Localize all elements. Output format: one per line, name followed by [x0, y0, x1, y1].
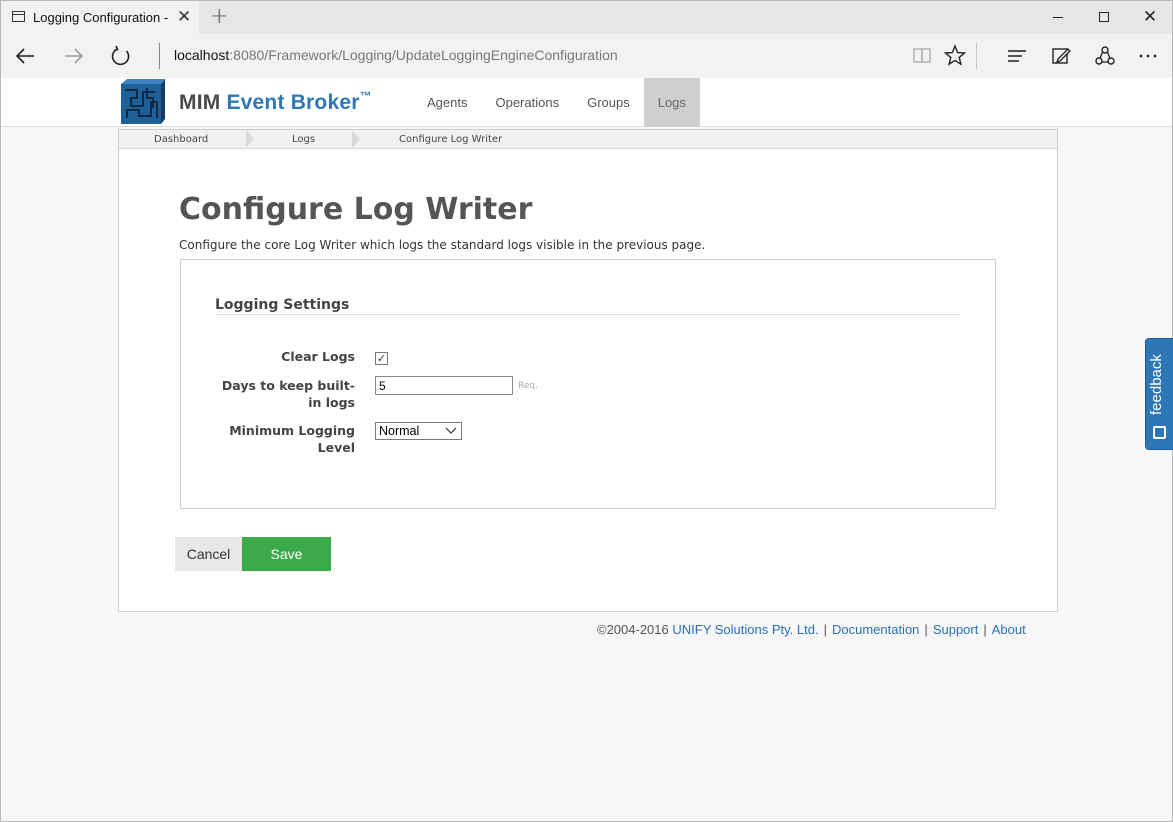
level-label-line1: Minimum Logging: [229, 423, 355, 438]
nav-groups[interactable]: Groups: [573, 78, 644, 127]
breadcrumb-separator: [246, 130, 254, 148]
reading-view-icon[interactable]: [909, 42, 937, 70]
page-title: Configure Log Writer: [179, 192, 533, 227]
logo-mim: MIM: [179, 91, 221, 114]
days-to-keep-input[interactable]: [375, 376, 513, 395]
footer: ©2004-2016 UNIFY Solutions Pty. Ltd. | Doc…: [597, 622, 1026, 637]
site-header: MIM Event Broker™ Agents Operations Grou…: [1, 78, 1172, 127]
support-link[interactable]: Support: [933, 622, 979, 637]
page-description: Configure the core Log Writer which logs…: [179, 238, 706, 252]
section-title: Logging Settings: [215, 297, 350, 313]
browser-tab[interactable]: Logging Configuration - ✕: [1, 1, 199, 34]
days-label-line1: Days to keep built-: [221, 378, 355, 393]
footer-separator: |: [983, 622, 987, 637]
required-hint: Req.: [518, 381, 538, 391]
tab-title: Logging Configuration -: [33, 10, 169, 25]
breadcrumb-dashboard[interactable]: Dashboard: [154, 134, 208, 145]
page-icon: [12, 11, 25, 22]
favorite-star-icon[interactable]: [941, 42, 969, 70]
breadcrumb: Dashboard Logs Configure Log Writer: [119, 130, 1057, 149]
clear-logs-checkbox[interactable]: ✓: [375, 352, 388, 365]
section-divider: [215, 314, 961, 315]
breadcrumb-logs[interactable]: Logs: [292, 134, 315, 145]
breadcrumb-current: Configure Log Writer: [399, 134, 503, 145]
web-note-icon[interactable]: [1047, 42, 1075, 70]
address-bar[interactable]: localhost:8080/Framework/Logging/UpdateL…: [174, 47, 618, 63]
footer-separator: |: [924, 622, 928, 637]
cancel-button[interactable]: Cancel: [175, 537, 242, 571]
about-link[interactable]: About: [992, 622, 1026, 637]
browser-window: Logging Configuration - ✕ + ✕ localhost:…: [0, 0, 1173, 78]
tab-bar: Logging Configuration - ✕ + ✕: [1, 1, 1172, 34]
content-panel: Dashboard Logs Configure Log Writer Conf…: [118, 129, 1058, 612]
feedback-tab[interactable]: feedback: [1145, 338, 1173, 450]
address-divider: [159, 43, 160, 69]
maximize-button[interactable]: [1081, 1, 1127, 34]
address-path: :8080/Framework/Logging/UpdateLoggingEng…: [229, 47, 618, 63]
browser-toolbar: localhost:8080/Framework/Logging/UpdateL…: [1, 34, 1172, 78]
web-page: MIM Event Broker™ Agents Operations Grou…: [0, 78, 1173, 822]
footer-separator: |: [823, 622, 827, 637]
days-label-line2: in logs: [308, 395, 355, 410]
company-link[interactable]: UNIFY Solutions Pty. Ltd.: [672, 622, 818, 637]
checkmark-icon: ✓: [376, 352, 387, 365]
logo-text: MIM Event Broker™: [179, 89, 372, 115]
minimize-button[interactable]: [1035, 1, 1081, 34]
nav-logs[interactable]: Logs: [643, 78, 700, 127]
back-arrow-icon[interactable]: [12, 42, 40, 70]
hub-icon[interactable]: [1003, 42, 1031, 70]
logo-event-broker: Event Broker: [226, 91, 360, 114]
share-icon[interactable]: [1091, 42, 1119, 70]
minimum-logging-level-select[interactable]: Normal: [375, 422, 462, 440]
refresh-icon[interactable]: [107, 42, 135, 70]
close-window-button[interactable]: ✕: [1127, 1, 1173, 34]
clear-logs-label: Clear Logs: [281, 349, 355, 364]
breadcrumb-separator: [352, 130, 360, 148]
days-to-keep-label: Days to keep built- in logs: [215, 377, 355, 411]
select-value: Normal: [379, 424, 420, 438]
more-icon[interactable]: [1134, 42, 1162, 70]
save-button[interactable]: Save: [242, 537, 331, 571]
feedback-icon: [1153, 426, 1166, 439]
logo-trademark: ™: [359, 89, 372, 103]
nav-agents[interactable]: Agents: [413, 78, 481, 127]
nav-operations[interactable]: Operations: [481, 78, 573, 127]
feedback-label: feedback: [1148, 354, 1165, 415]
top-navigation: Agents Operations Groups Logs: [413, 78, 700, 127]
address-host: localhost: [174, 47, 230, 63]
documentation-link[interactable]: Documentation: [832, 622, 919, 637]
level-label-line2: Level: [317, 440, 355, 455]
minimum-logging-level-label: Minimum Logging Level: [215, 422, 355, 456]
logo-icon: [121, 79, 165, 124]
new-tab-icon[interactable]: +: [210, 4, 228, 29]
settings-box: Logging Settings Clear Logs ✓ Days to ke…: [180, 259, 996, 509]
forward-arrow-icon[interactable]: [59, 42, 87, 70]
copyright-text: ©2004-2016: [597, 622, 669, 637]
toolbar-divider: [976, 43, 977, 69]
chevron-down-icon: [445, 426, 457, 438]
close-tab-icon[interactable]: ✕: [177, 7, 191, 27]
